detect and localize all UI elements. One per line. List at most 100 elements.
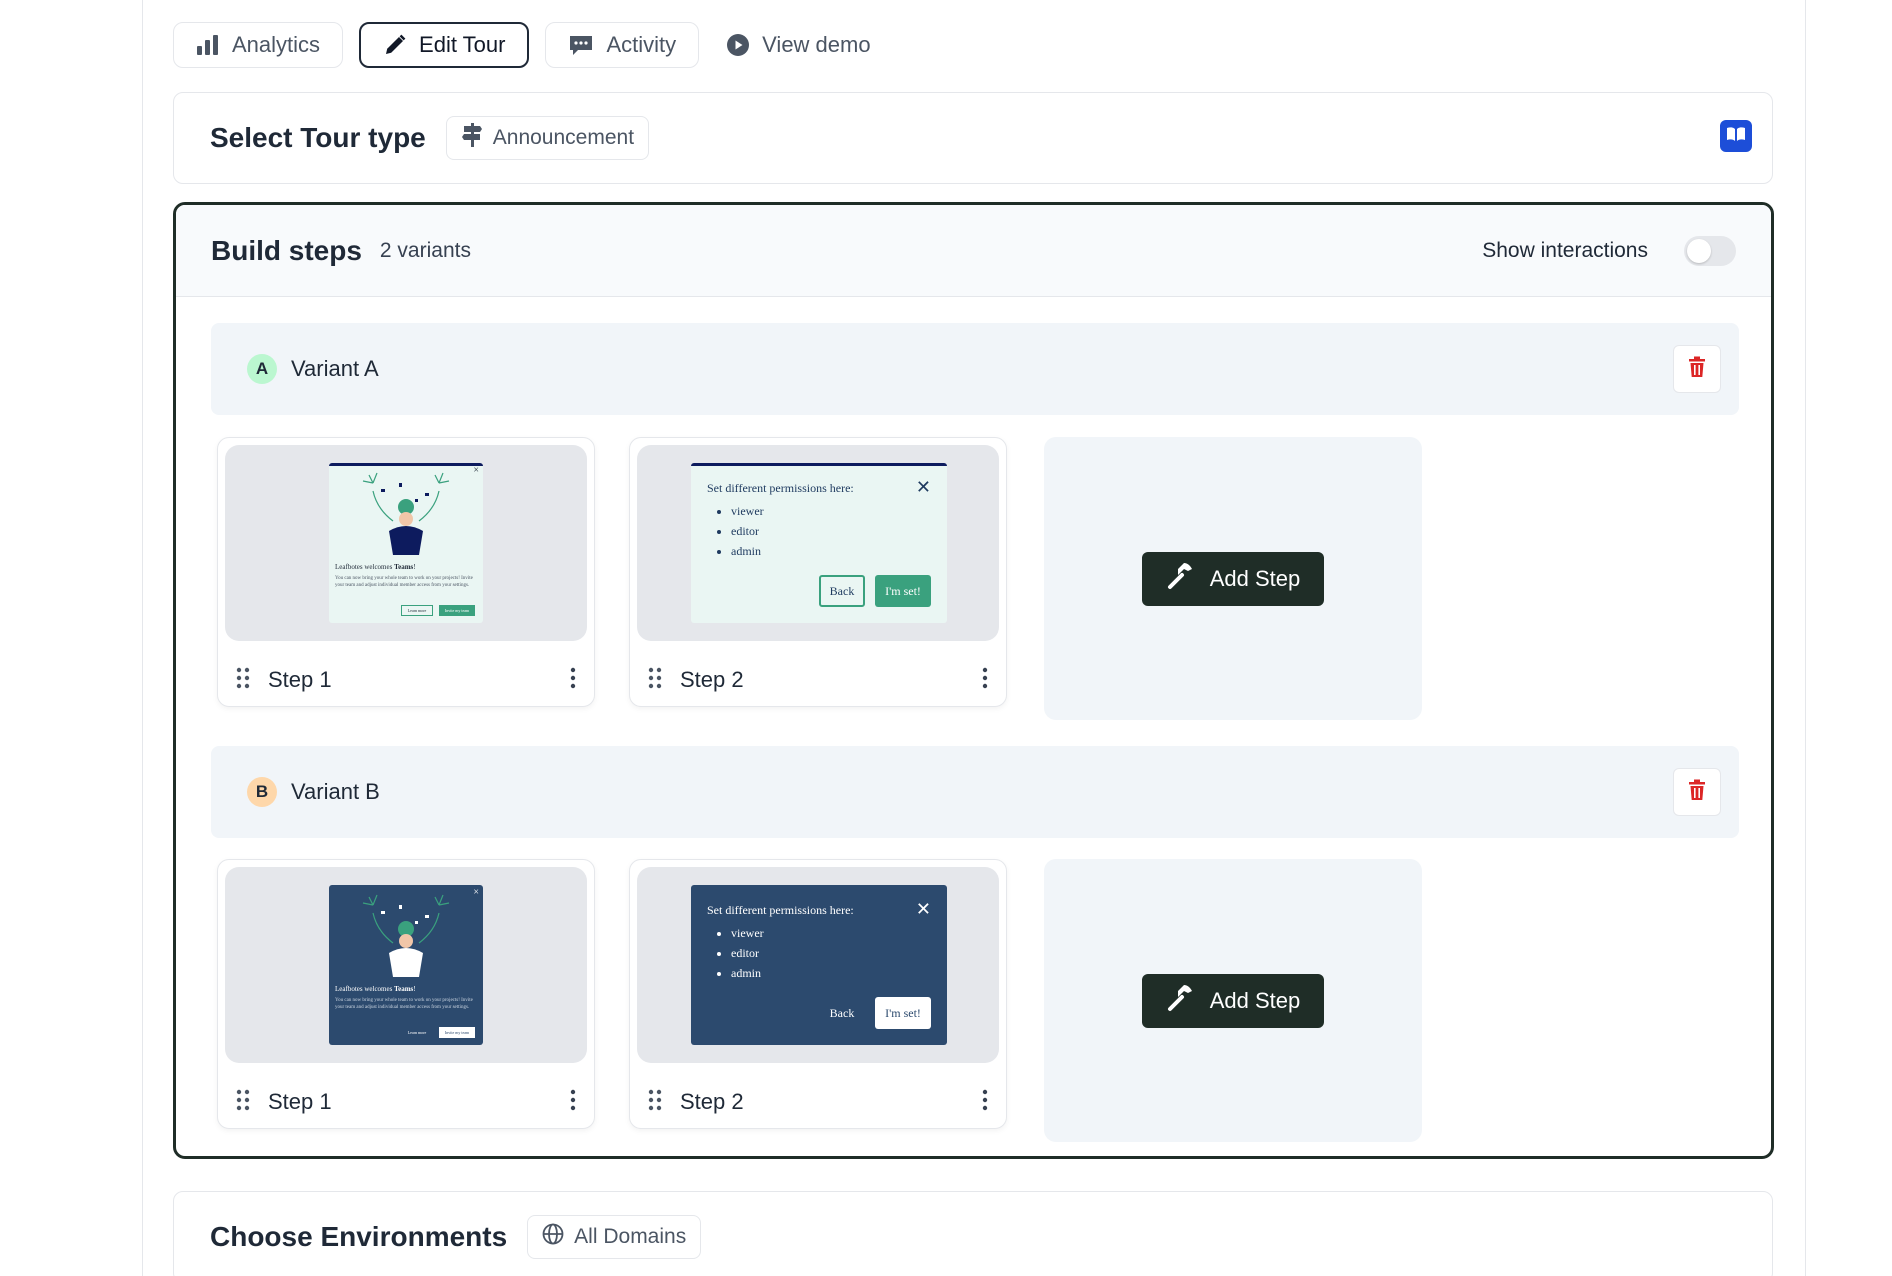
step-footer: Step 1 <box>236 1082 576 1122</box>
more-options-icon[interactable] <box>982 1089 988 1116</box>
preview-invite-button: Invite my team <box>439 605 475 616</box>
close-icon: × <box>473 887 479 898</box>
drag-handle-icon[interactable] <box>648 1089 662 1116</box>
preview-back-button: Back <box>819 575 865 607</box>
globe-icon <box>542 1223 564 1251</box>
hammer-icon <box>1166 561 1196 597</box>
preview-description: You can now bring your whole team to wor… <box>335 998 473 1010</box>
more-options-icon[interactable] <box>570 1089 576 1116</box>
tab-label: Activity <box>606 32 677 57</box>
list-item: admin <box>731 963 764 983</box>
tab-label: Edit Tour <box>419 32 506 57</box>
tour-type-value: Announcement <box>492 126 635 149</box>
page-border-right <box>1805 0 1806 1276</box>
tab-label: Analytics <box>232 32 321 57</box>
signpost-icon <box>461 122 483 154</box>
environments-value: All Domains <box>574 1225 687 1248</box>
hammer-icon <box>1166 983 1196 1019</box>
view-demo-link[interactable]: View demo <box>715 22 894 68</box>
add-step-label: Add Step <box>1209 987 1301 1013</box>
step-footer: Step 2 <box>648 1082 988 1122</box>
variant-count: 2 variants <box>379 238 471 262</box>
build-steps-title: Build steps <box>211 234 362 266</box>
tour-tabs: Analytics Edit Tour Activity View demo <box>173 22 894 68</box>
step-preview[interactable]: Set different permissions here: ✕ viewer… <box>637 445 999 641</box>
chat-icon <box>568 33 594 57</box>
close-icon: ✕ <box>915 899 931 919</box>
tab-edit-tour[interactable]: Edit Tour <box>359 22 530 68</box>
show-interactions-toggle[interactable] <box>1684 235 1736 266</box>
step-label: Step 2 <box>680 667 744 692</box>
popup-preview: × Leafbotes welcomes Teams! You can now … <box>329 885 483 1045</box>
build-steps-panel: Build steps 2 variants Show interactions… <box>173 202 1774 1159</box>
preview-back-button: Back <box>829 1005 855 1020</box>
variant-b-header: B Variant B <box>211 746 1739 838</box>
add-step-button[interactable]: Add Step <box>1141 551 1325 606</box>
drag-handle-icon[interactable] <box>648 667 662 694</box>
close-icon: × <box>473 465 479 476</box>
popup-preview: Set different permissions here: ✕ viewer… <box>691 885 947 1045</box>
list-item: editor <box>731 521 764 541</box>
permissions-list: viewer editor admin <box>731 923 764 983</box>
preview-learn-more-button: Learn more <box>401 605 433 616</box>
bar-chart-icon <box>196 34 220 56</box>
show-interactions-label: Show interactions <box>1482 238 1648 262</box>
more-options-icon[interactable] <box>570 667 576 694</box>
page-border-left <box>142 0 143 1276</box>
environments-card: Choose Environments All Domains <box>173 1191 1773 1276</box>
permissions-list: viewer editor admin <box>731 501 764 561</box>
preview-im-set-button: I'm set! <box>875 997 931 1029</box>
preview-description: You can now bring your whole team to wor… <box>335 576 473 588</box>
tour-type-select[interactable]: Announcement <box>445 116 650 160</box>
step-card[interactable]: × Leafbotes welcomes Teams! You can now … <box>217 437 595 707</box>
step-preview[interactable]: × Leafbotes welcomes Teams! You can now … <box>225 445 587 641</box>
step-preview[interactable]: × Leafbotes welcomes Teams! You can now … <box>225 867 587 1063</box>
variant-a-header: A Variant A <box>211 323 1739 415</box>
step-preview[interactable]: Set different permissions here: ✕ viewer… <box>637 867 999 1063</box>
help-docs-button[interactable] <box>1720 120 1752 152</box>
tour-type-title: Select Tour type <box>210 122 426 153</box>
step-card[interactable]: Set different permissions here: ✕ viewer… <box>629 859 1007 1129</box>
book-icon <box>1726 126 1746 147</box>
delete-variant-button[interactable] <box>1673 345 1721 393</box>
pencil-icon <box>383 33 407 57</box>
more-options-icon[interactable] <box>982 667 988 694</box>
preview-title: Set different permissions here: <box>707 481 854 495</box>
list-item: viewer <box>731 923 764 943</box>
close-icon: ✕ <box>915 477 931 497</box>
popup-preview: Set different permissions here: ✕ viewer… <box>691 463 947 623</box>
list-item: editor <box>731 943 764 963</box>
add-step-button[interactable]: Add Step <box>1141 973 1325 1028</box>
delete-variant-button[interactable] <box>1673 768 1721 816</box>
step-footer: Step 1 <box>236 660 576 700</box>
preview-title: Set different permissions here: <box>707 903 854 917</box>
step-footer: Step 2 <box>648 660 988 700</box>
tour-type-card: Select Tour type Announcement <box>173 92 1773 184</box>
drag-handle-icon[interactable] <box>236 1089 250 1116</box>
preview-caption: Leafbotes welcomes Teams! <box>335 563 416 571</box>
trash-icon <box>1688 356 1706 383</box>
play-circle-icon <box>726 33 750 57</box>
preview-im-set-button: I'm set! <box>875 575 931 607</box>
tab-analytics[interactable]: Analytics <box>173 22 344 68</box>
preview-invite-button: Invite my team <box>439 1027 475 1038</box>
step-card[interactable]: Set different permissions here: ✕ viewer… <box>629 437 1007 707</box>
variant-name: Variant A <box>291 356 379 381</box>
add-step-card: Add Step <box>1044 859 1422 1142</box>
tab-activity[interactable]: Activity <box>545 22 700 68</box>
step-label: Step 2 <box>680 1089 744 1114</box>
environments-select[interactable]: All Domains <box>527 1215 702 1259</box>
drag-handle-icon[interactable] <box>236 667 250 694</box>
step-label: Step 1 <box>268 667 332 692</box>
list-item: admin <box>731 541 764 561</box>
popup-preview: × Leafbotes welcomes Teams! You can now … <box>329 463 483 623</box>
tab-label: View demo <box>762 32 871 57</box>
preview-caption: Leafbotes welcomes Teams! <box>335 985 416 993</box>
add-step-card: Add Step <box>1044 437 1422 720</box>
trash-icon <box>1688 779 1706 806</box>
environments-title: Choose Environments <box>210 1221 508 1252</box>
preview-learn-more-button: Learn more <box>407 1030 427 1035</box>
step-card[interactable]: × Leafbotes welcomes Teams! You can now … <box>217 859 595 1129</box>
variant-name: Variant B <box>291 779 380 804</box>
variant-badge: B <box>247 777 277 807</box>
